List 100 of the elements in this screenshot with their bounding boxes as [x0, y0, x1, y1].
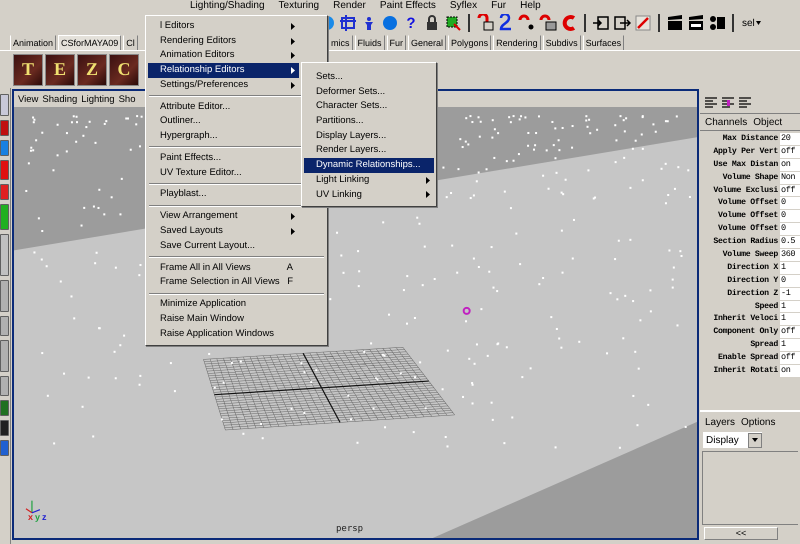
panel-menu-item[interactable]: Layers — [705, 417, 736, 428]
attribute-value-field[interactable]: 20 — [780, 133, 800, 145]
shelf-tab[interactable]: CSforMAYA09 — [58, 35, 122, 50]
menu-item[interactable]: Saved Layouts — [148, 224, 299, 239]
shelf-tab[interactable]: Fluids — [354, 35, 385, 50]
collapse-button[interactable]: << — [704, 527, 778, 540]
viewport-menu-item[interactable]: Sho — [118, 94, 136, 104]
attribute-value-field[interactable]: 0.5 — [780, 236, 800, 248]
tool-icon[interactable] — [0, 94, 9, 116]
menu-item[interactable]: Playblast... — [148, 187, 299, 202]
attribute-value-field[interactable]: 1 — [780, 262, 800, 274]
menu-bar-item[interactable]: Texturing — [278, 0, 320, 12]
layer-mode-dropdown[interactable]: Display — [703, 432, 762, 448]
menu-bar-item[interactable]: Syflex — [450, 0, 478, 12]
shelf-button[interactable]: Z — [77, 54, 107, 86]
magnet-surface-icon[interactable] — [539, 14, 557, 32]
menu-item[interactable]: Character Sets... — [304, 99, 434, 114]
attribute-value-field[interactable]: 360 — [780, 249, 800, 261]
panel-menu-item[interactable]: Channels — [705, 117, 748, 128]
input-icon[interactable] — [592, 14, 610, 32]
attribute-value-field[interactable]: off — [780, 352, 800, 364]
attribute-value-field[interactable]: -1 — [780, 288, 800, 300]
viewport-menu-item[interactable]: View — [18, 94, 38, 104]
menu-item[interactable]: Rendering Editors — [148, 34, 299, 48]
menu-item[interactable]: l Editors — [148, 19, 299, 34]
ball-icon[interactable] — [381, 14, 399, 32]
attribute-value-field[interactable]: 0 — [780, 274, 800, 287]
attribute-value-field[interactable]: 0 — [780, 197, 800, 210]
attribute-value-field[interactable]: 1 — [780, 300, 800, 312]
menu-bar-item[interactable]: Render — [333, 0, 366, 12]
output-icon[interactable] — [613, 14, 631, 32]
menu-item[interactable]: Sets... — [304, 70, 434, 85]
attribute-value-field[interactable]: off — [780, 326, 800, 338]
tool-icon[interactable] — [0, 376, 9, 396]
help-icon[interactable]: ? — [402, 14, 420, 32]
menu-item[interactable]: Display Layers... — [304, 128, 434, 144]
menu-item[interactable]: Hypergraph... — [148, 129, 299, 144]
panel-menu-item[interactable]: Options — [741, 417, 776, 428]
attribute-list-icon[interactable] — [721, 96, 735, 110]
attribute-value-field[interactable]: 1 — [780, 339, 800, 352]
menu-item[interactable]: Animation Editors — [148, 48, 299, 64]
menu-bar-item[interactable]: Paint Effects — [380, 0, 436, 12]
shelf-tab[interactable]: Fur — [386, 35, 406, 50]
shelf-tab[interactable]: General — [408, 35, 446, 50]
shelf-tab[interactable]: Rendering — [493, 35, 541, 50]
menu-item[interactable]: Raise Main Window — [148, 312, 299, 326]
selection-icon[interactable] — [444, 14, 462, 32]
menu-item[interactable]: Attribute Editor... — [148, 100, 299, 114]
menu-item[interactable]: Minimize Application — [148, 297, 299, 312]
tool-icon[interactable] — [0, 340, 9, 372]
attribute-value-field[interactable]: Non — [780, 172, 800, 184]
clapper-icon[interactable] — [666, 14, 684, 32]
panel-menu-item[interactable]: Object — [753, 117, 782, 128]
channel-list-icon[interactable] — [704, 96, 718, 110]
shelf-tab[interactable]: Subdivs — [542, 35, 581, 50]
attribute-value-field[interactable]: on — [780, 365, 800, 377]
shelf-button[interactable]: C — [109, 54, 139, 86]
attribute-value-field[interactable]: off — [780, 184, 800, 196]
menu-item[interactable]: Render Layers... — [304, 143, 434, 158]
menu-item[interactable]: View Arrangement — [148, 209, 299, 224]
menu-item[interactable]: UV Linking — [304, 188, 434, 202]
shelf-tab[interactable]: Surfaces — [582, 35, 624, 50]
menu-bar-item[interactable]: Fur — [491, 0, 506, 12]
tool-icon[interactable] — [0, 234, 9, 276]
viewport-menu-item[interactable]: Lighting — [81, 94, 115, 104]
magnet-point-icon[interactable] — [518, 14, 536, 32]
attribute-value-field[interactable]: 0 — [780, 223, 800, 236]
attribute-value-field[interactable]: off — [780, 146, 800, 158]
menu-item[interactable]: Frame Selection in All Views F — [148, 275, 299, 290]
menu-item[interactable]: Outliner... — [148, 114, 299, 129]
menu-item[interactable]: Frame All in All Views A — [148, 260, 299, 276]
shelf-button[interactable]: E — [45, 54, 75, 86]
menu-item[interactable]: Light Linking — [304, 172, 434, 188]
attribute-value-field[interactable]: 0 — [780, 210, 800, 222]
shelf-tab[interactable]: Cl — [123, 35, 138, 50]
menu-item[interactable]: Raise Application Windows — [148, 326, 299, 342]
clapper-ipr-icon[interactable] — [687, 14, 705, 32]
magnet-grid-icon[interactable] — [476, 14, 494, 32]
tool-icon[interactable] — [0, 204, 9, 230]
attribute-name: Apply Per Vert — [712, 146, 779, 158]
viewport-menu-item[interactable]: Shading — [42, 94, 78, 104]
menu-item[interactable]: UV Texture Editor... — [148, 166, 299, 180]
tool-icon[interactable] — [0, 280, 9, 312]
menu-bar-item[interactable]: Help — [520, 0, 541, 12]
frame-icon[interactable] — [339, 14, 357, 32]
attribute-value-field[interactable]: 1 — [780, 313, 800, 326]
menu-item[interactable]: Relationship Editors — [148, 63, 299, 78]
shelf-button[interactable]: T — [13, 54, 43, 86]
shelf-tab[interactable]: Polygons — [448, 35, 492, 50]
tool-icon[interactable] — [0, 316, 9, 336]
menu-item[interactable]: Paint Effects... — [148, 150, 299, 166]
menu-bar-item[interactable]: Lighting/Shading — [190, 0, 265, 12]
menu-item[interactable]: Save Current Layout... — [148, 238, 299, 254]
menu-item[interactable]: Partitions... — [304, 114, 434, 129]
menu-item[interactable]: Dynamic Relationships... — [304, 158, 434, 173]
shelf-tab[interactable]: Animation — [10, 35, 56, 50]
layer-list-icon[interactable] — [738, 96, 752, 110]
selection-mode-dropdown[interactable]: sel — [740, 18, 763, 28]
tool-icon[interactable] — [0, 420, 9, 436]
attribute-value-field[interactable]: on — [780, 158, 800, 171]
